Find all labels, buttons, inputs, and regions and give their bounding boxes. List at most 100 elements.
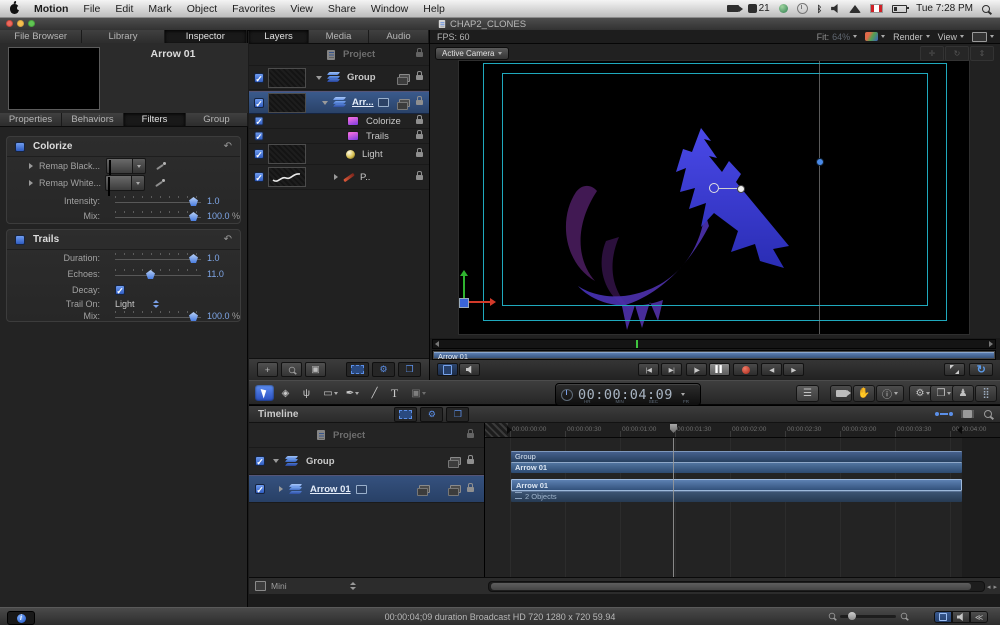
menu-favorites[interactable]: Favorites bbox=[232, 3, 275, 15]
group-track-bar[interactable]: Group bbox=[511, 451, 962, 462]
layer-row-colorize[interactable]: Colorize bbox=[249, 114, 429, 129]
go-to-end-button[interactable]: ▶| bbox=[661, 363, 682, 376]
decay-checkbox[interactable] bbox=[115, 285, 125, 295]
colorize-enable-checkbox[interactable] bbox=[15, 142, 25, 152]
zoom-button[interactable] bbox=[28, 20, 35, 27]
lock-icon[interactable] bbox=[416, 119, 423, 124]
wifi-icon[interactable] bbox=[849, 5, 861, 13]
layer-checkbox[interactable] bbox=[254, 98, 264, 108]
timeline-row-arrow[interactable]: Arrow 01 bbox=[249, 475, 484, 503]
light-center-handle[interactable] bbox=[709, 183, 719, 193]
step-back-button[interactable]: ◀ bbox=[761, 363, 782, 376]
echoes-slider[interactable] bbox=[115, 269, 201, 279]
clone-stack-icon[interactable] bbox=[399, 74, 410, 82]
row-checkbox[interactable] bbox=[255, 484, 265, 494]
line-tool[interactable]: ╱ bbox=[365, 385, 384, 401]
timeline-playhead[interactable] bbox=[673, 438, 674, 594]
timeline-zoom-icon[interactable] bbox=[984, 410, 992, 418]
show-keyframes-toggle[interactable] bbox=[935, 412, 953, 416]
zoom-out-icon[interactable] bbox=[829, 613, 835, 619]
add-object-button[interactable]: + bbox=[257, 362, 278, 377]
canada-flag-icon[interactable] bbox=[870, 4, 883, 13]
show-filters-toggle[interactable]: ❒ bbox=[398, 362, 421, 377]
tab-audio[interactable]: Audio bbox=[369, 30, 429, 43]
lock-icon[interactable] bbox=[467, 459, 474, 464]
layer-checkbox[interactable] bbox=[254, 73, 264, 83]
canvas-stage[interactable] bbox=[458, 60, 970, 335]
zoom-in-icon[interactable] bbox=[901, 613, 907, 619]
pan-tool[interactable]: ψ bbox=[297, 385, 316, 401]
layer-row-arrow[interactable]: Arr... bbox=[249, 91, 429, 114]
menu-help[interactable]: Help bbox=[423, 3, 445, 15]
tab-filters[interactable]: Filters bbox=[124, 113, 186, 126]
show-audio-button[interactable] bbox=[952, 611, 970, 623]
filmstrip-button[interactable]: ▣ bbox=[305, 362, 326, 377]
mute-button[interactable] bbox=[459, 363, 480, 376]
timeline-tracks[interactable]: Group Arrow 01 Arrow 01 2 Objects bbox=[485, 438, 1000, 594]
time-machine-icon[interactable] bbox=[797, 3, 808, 14]
mini-curve-icon[interactable] bbox=[356, 485, 367, 494]
layer-row-project[interactable]: Project bbox=[249, 44, 429, 66]
particles-button[interactable]: ⣿ bbox=[975, 385, 997, 402]
layer-checkbox[interactable] bbox=[254, 149, 264, 159]
menu-edit[interactable]: Edit bbox=[115, 3, 133, 15]
timeline-ruler[interactable]: 00:00:00:00 00:00:00:30 00:00:01:00 00:0… bbox=[485, 423, 1000, 438]
menu-file[interactable]: File bbox=[83, 3, 100, 15]
timecode-display[interactable]: 00:00:04:09 HRMINSECFR bbox=[555, 383, 701, 406]
axis-origin-handle[interactable] bbox=[459, 298, 469, 308]
popup-stepper-icon[interactable] bbox=[153, 300, 159, 308]
layer-row-light[interactable]: Light bbox=[249, 144, 429, 165]
add-filter-button[interactable]: ⓘ bbox=[876, 385, 904, 402]
disclosure-icon[interactable] bbox=[273, 459, 279, 463]
disclosure-icon[interactable] bbox=[29, 163, 33, 169]
orbit-view-tool[interactable]: ↻ bbox=[945, 46, 969, 61]
tab-properties[interactable]: Properties bbox=[0, 113, 62, 126]
go-to-start-button[interactable]: |◀ bbox=[638, 363, 659, 376]
disclosure-icon[interactable] bbox=[322, 101, 328, 105]
clone-stack-icon[interactable] bbox=[450, 485, 461, 493]
scrub-left-arrow-icon[interactable] bbox=[435, 341, 439, 347]
menu-window[interactable]: Window bbox=[371, 3, 408, 15]
duration-value[interactable]: 1.0 bbox=[207, 253, 220, 263]
replicator-button[interactable]: ♟ bbox=[952, 385, 974, 402]
scrollbar-thumb[interactable] bbox=[491, 583, 971, 590]
render-popup[interactable]: Render bbox=[893, 32, 930, 42]
zoom-slider-thumb[interactable] bbox=[848, 612, 856, 620]
trails-mix-value[interactable]: 100.0 % bbox=[207, 311, 240, 321]
add-behavior-button[interactable]: ✋ bbox=[853, 385, 875, 402]
timecode-dropdown-icon[interactable] bbox=[681, 393, 685, 396]
show-behaviors-toggle[interactable]: ⚙ bbox=[372, 362, 395, 377]
colorize-reset-icon[interactable]: ↶ bbox=[224, 142, 232, 152]
objects-track-bar[interactable]: 2 Objects bbox=[511, 491, 962, 502]
camera-popup[interactable]: Active Camera bbox=[435, 47, 509, 60]
layer-checkbox[interactable] bbox=[255, 132, 264, 141]
filmstrip-toggle-icon[interactable] bbox=[961, 410, 974, 418]
pan-view-tool[interactable]: ✛ bbox=[920, 46, 944, 61]
menu-view[interactable]: View bbox=[290, 3, 313, 15]
record-button[interactable] bbox=[733, 363, 758, 376]
mix-value[interactable]: 100.0 % bbox=[207, 211, 240, 221]
scrub-playhead-marker[interactable] bbox=[636, 340, 638, 348]
timeline-h-scrollbar[interactable] bbox=[488, 581, 985, 592]
tab-behaviors[interactable]: Behaviors bbox=[62, 113, 124, 126]
canvas-scrubber[interactable] bbox=[432, 339, 996, 349]
tab-file-browser[interactable]: File Browser bbox=[0, 30, 82, 43]
bluetooth-icon[interactable]: ᛒ bbox=[817, 4, 822, 14]
pause-button[interactable]: ▌▌ bbox=[709, 363, 730, 376]
layer-checkbox[interactable] bbox=[255, 117, 264, 126]
timeline-zoom-level-popup[interactable]: Mini bbox=[255, 581, 356, 591]
lock-icon[interactable] bbox=[467, 433, 474, 438]
dolly-view-tool[interactable]: ⇕ bbox=[970, 46, 994, 61]
timeline-show-filters-toggle[interactable]: ❒ bbox=[446, 407, 469, 422]
mix-slider[interactable] bbox=[115, 211, 201, 221]
scroll-arrows[interactable]: ◂▸ bbox=[987, 583, 997, 591]
echoes-value[interactable]: 11.0 bbox=[207, 269, 224, 279]
disclosure-icon[interactable] bbox=[29, 180, 33, 186]
lock-icon[interactable] bbox=[416, 75, 423, 80]
clone-stack-icon[interactable] bbox=[399, 99, 410, 107]
menu-share[interactable]: Share bbox=[328, 3, 356, 15]
lock-icon[interactable] bbox=[416, 134, 423, 139]
light-target-handle[interactable] bbox=[816, 158, 824, 166]
disclosure-icon[interactable] bbox=[316, 76, 322, 80]
minimize-button[interactable] bbox=[17, 20, 24, 27]
